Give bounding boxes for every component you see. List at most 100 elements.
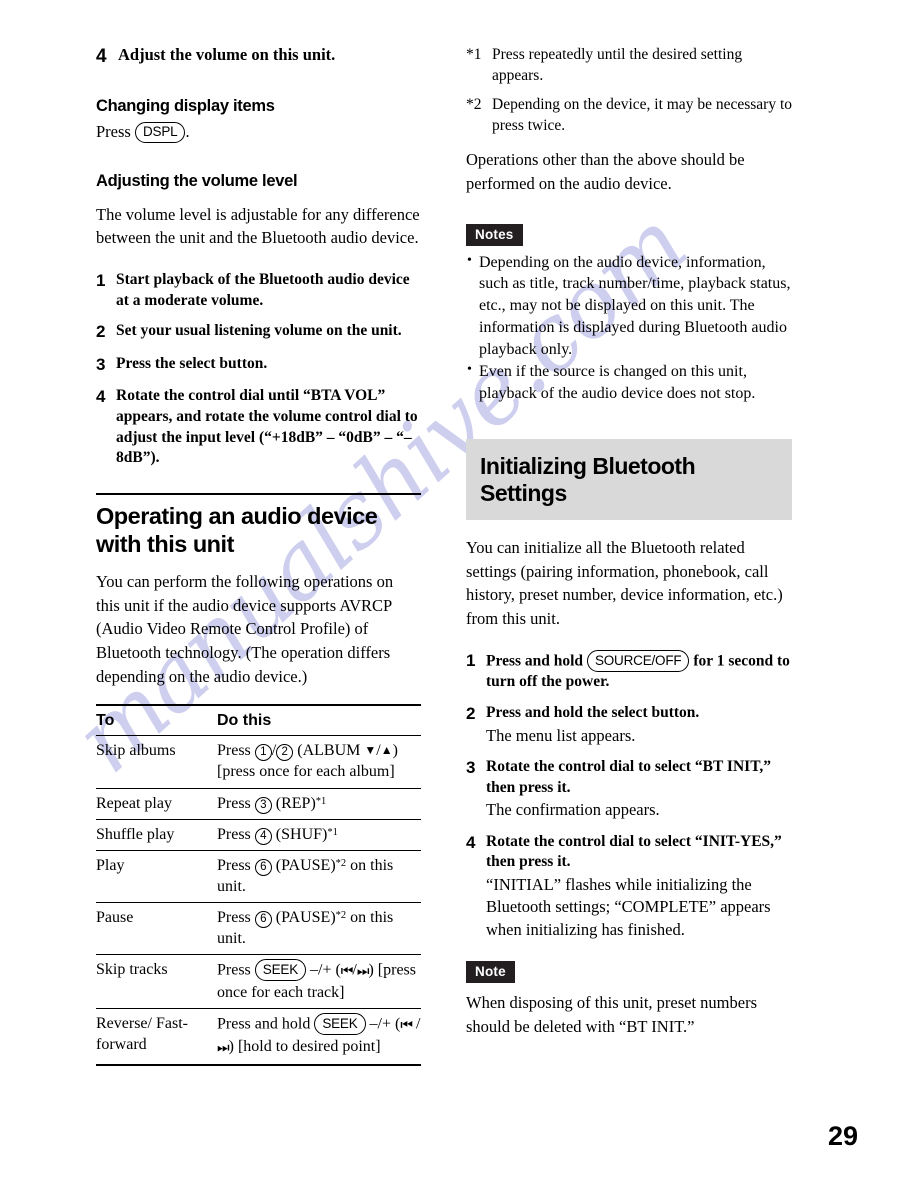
step-text: Press and hold SOURCE/OFF for 1 second t… xyxy=(486,650,792,693)
table-row: Reverse/ Fast-forward Press and hold SEEK… xyxy=(96,1008,421,1066)
step-text: Set your usual listening volume on the u… xyxy=(116,322,402,340)
left-column: 4 Adjust the volume on this unit. Changi… xyxy=(96,44,421,1066)
table-head: To Do this xyxy=(96,704,421,737)
triangle-up-icon: ▲ xyxy=(380,743,393,758)
inline-text: (REP) xyxy=(271,794,316,812)
numbered-button-6[interactable]: 6 xyxy=(254,858,272,876)
list-item: 4 Rotate the control dial to select “INIT… xyxy=(466,832,792,942)
dspl-button[interactable]: DSPL xyxy=(134,121,186,144)
numbered-button-4[interactable]: 4 xyxy=(254,827,272,845)
numbered-button-2[interactable]: 2 xyxy=(276,744,294,762)
seek-button[interactable]: SEEK xyxy=(254,959,306,981)
step-number: 3 xyxy=(96,354,106,374)
section-heading-initializing-bluetooth: Initializing Bluetooth Settings xyxy=(480,452,696,507)
note-bullet: Depending on the audio device, informati… xyxy=(466,251,792,361)
footnote-text: Depending on the device, it may be neces… xyxy=(492,96,792,135)
list-item: 2 Set your usual listening volume on the … xyxy=(96,321,421,344)
step-number: 4 xyxy=(96,387,106,407)
table-cell-to: Play xyxy=(96,850,217,904)
table-row: Repeat play Press 3 (REP)*1 xyxy=(96,788,421,820)
notes-block: Notes Depending on the audio device, inf… xyxy=(466,223,792,405)
inline-text: –/+ ( xyxy=(306,961,341,979)
initializing-bluetooth-section: Initializing Bluetooth Settings You can … xyxy=(466,438,792,631)
inline-text: Press xyxy=(217,909,255,927)
list-item: 4 Rotate the control dial until “BTA VOL”… xyxy=(96,386,421,468)
display-press-line: Press DSPL. xyxy=(96,120,421,144)
inline-text: Press xyxy=(217,825,255,843)
step-result-text: “INITIAL” flashes while initializing the… xyxy=(486,874,771,939)
step-text: Rotate the control dial to select “BT IN… xyxy=(486,757,792,822)
table-row: Shuffle play Press 4 (SHUF)*1 xyxy=(96,819,421,851)
footnote-marker: *1 xyxy=(327,826,338,838)
table-row: Play Press 6 (PAUSE)*2 on this unit. xyxy=(96,850,421,904)
inline-text: / xyxy=(411,1015,421,1033)
table-cell-to: Repeat play xyxy=(96,788,217,820)
notes-badge: Notes xyxy=(466,223,523,246)
note-badge: Note xyxy=(466,961,515,984)
table-cell-do-this: Press 4 (SHUF)*1 xyxy=(217,819,421,851)
table-cell-to: Reverse/ Fast-forward xyxy=(96,1008,217,1066)
step-text: Start playback of the Bluetooth audio de… xyxy=(116,271,410,309)
note-block: Note When disposing of this unit, preset… xyxy=(466,961,792,1038)
table-body: Skip albums Press 1/2 (ALBUM ▼/▲) [press … xyxy=(96,735,421,1066)
table-cell-do-this: Press SEEK –/+ (⏮/⏭) [press once for eac… xyxy=(217,954,421,1010)
inline-text: Rotate the control dial to select “INIT-… xyxy=(486,832,782,871)
notes-items: Depending on the audio device, informati… xyxy=(466,251,792,405)
section-intro-text: You can perform the following operations… xyxy=(96,572,394,686)
footnote-text: Press repeatedly until the desired setti… xyxy=(492,46,743,85)
inline-text: (SHUF) xyxy=(271,825,328,843)
volume-intro-text: The volume level is adjustable for any d… xyxy=(96,204,420,248)
footnote-marker: *2 xyxy=(466,96,482,114)
subheading-changing-display-items: Changing display items xyxy=(96,97,275,116)
footnotes-list: *1 Press repeatedly until the desired set… xyxy=(466,44,792,136)
section-heading-operating-audio-device: Operating an audio device with this unit xyxy=(96,502,378,558)
initializing-steps-list: 1 Press and hold SOURCE/OFF for 1 second … xyxy=(466,650,792,941)
step-number: 2 xyxy=(96,322,106,342)
step-text: Rotate the control dial to select “INIT-… xyxy=(486,832,792,942)
page-number: 29 xyxy=(827,1121,858,1151)
inline-text: (ALBUM xyxy=(293,742,365,760)
skip-forward-icon: ⏭ xyxy=(217,1041,230,1057)
inline-text: (PAUSE) xyxy=(271,909,336,927)
table-cell-do-this: Press 6 (PAUSE)*2 on this unit. xyxy=(217,902,421,956)
note-text: When disposing of this unit, preset numb… xyxy=(466,993,758,1036)
skip-back-icon: ⏮ xyxy=(400,1018,413,1034)
table-cell-do-this: Press and hold SEEK –/+ (⏮ / ⏭) [hold to … xyxy=(217,1008,421,1066)
numbered-button-6[interactable]: 6 xyxy=(254,911,272,929)
changing-display-items-block: Changing display items Press DSPL. xyxy=(96,97,421,144)
step-adjust-volume: 4 Adjust the volume on this unit. xyxy=(96,44,421,69)
skip-back-icon: ⏮ xyxy=(340,964,354,980)
table-row: Pause Press 6 (PAUSE)*2 on this unit. xyxy=(96,902,421,956)
footnote-marker: *2 xyxy=(335,910,347,922)
table-header-do-this: Do this xyxy=(217,704,421,737)
table-cell-to: Pause xyxy=(96,902,217,956)
right-column: *1 Press repeatedly until the desired set… xyxy=(466,44,792,1038)
step-text: Press and hold the select button. The men… xyxy=(486,703,792,747)
operations-note-text: Operations other than the above should b… xyxy=(466,150,745,193)
press-label: Press xyxy=(96,122,131,142)
table-row: Skip albums Press 1/2 (ALBUM ▼/▲) [press … xyxy=(96,735,421,789)
operating-audio-device-section: Operating an audio device with this unit… xyxy=(96,492,421,688)
footnote-item: *2 Depending on the device, it may be nec… xyxy=(466,94,792,136)
section-heading-banner: Initializing Bluetooth Settings xyxy=(466,438,792,520)
source-off-button[interactable]: SOURCE/OFF xyxy=(586,650,690,672)
press-period: . xyxy=(185,122,190,142)
footnote-marker: *2 xyxy=(335,857,347,869)
inline-text: Press xyxy=(217,794,255,812)
table-cell-to: Skip albums xyxy=(96,735,217,789)
numbered-button-3[interactable]: 3 xyxy=(254,796,272,814)
step-number: 2 xyxy=(466,704,476,724)
table-header-to: To xyxy=(96,704,217,737)
numbered-button-1[interactable]: 1 xyxy=(254,744,272,762)
list-item: 3 Rotate the control dial to select “BT I… xyxy=(466,757,792,822)
step-result-text: The menu list appears. xyxy=(486,725,636,745)
inline-text: (PAUSE) xyxy=(271,856,336,874)
step-number: 4 xyxy=(466,832,476,852)
inline-text: ) [hold to desired point] xyxy=(228,1038,381,1056)
table-row: Skip tracks Press SEEK –/+ (⏮/⏭) [press o… xyxy=(96,954,421,1010)
table-cell-do-this: Press 3 (REP)*1 xyxy=(217,788,421,820)
seek-button[interactable]: SEEK xyxy=(314,1013,366,1035)
subheading-adjusting-volume-level: Adjusting the volume level xyxy=(96,171,298,190)
section-rule xyxy=(96,492,421,495)
inline-text: Press and hold the select button. xyxy=(486,704,700,722)
